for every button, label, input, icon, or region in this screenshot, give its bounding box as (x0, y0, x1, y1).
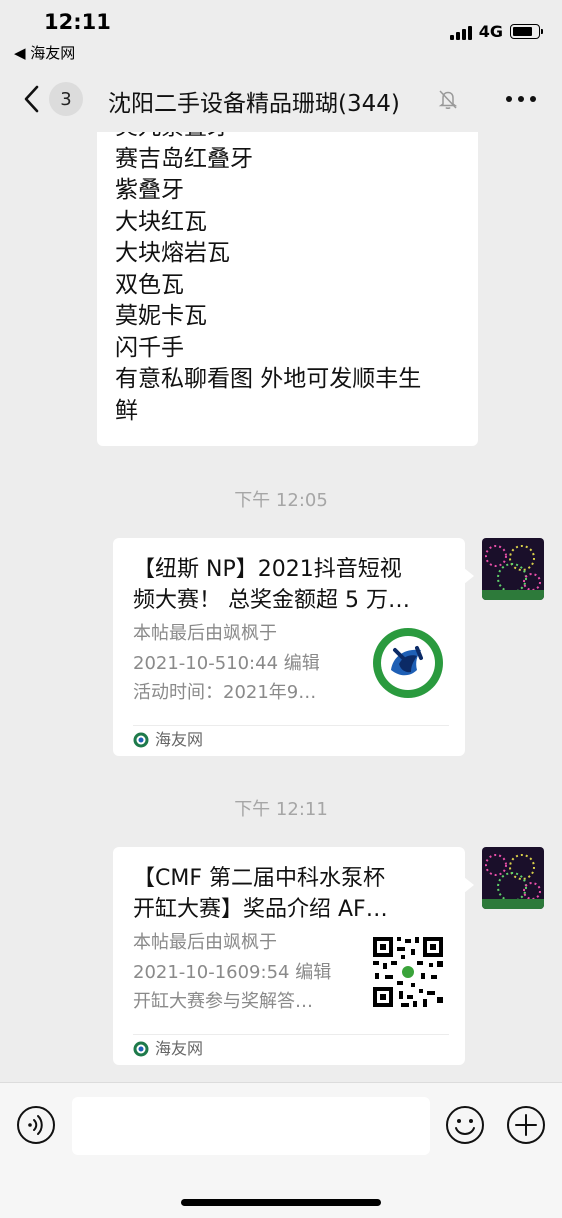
message-text-line: 大块熔岩瓦 (115, 240, 230, 266)
message-timestamp: 下午 12:05 (234, 490, 328, 511)
message-text-line: 大块红瓦 (115, 208, 207, 235)
card-desc-line: 本帖最后由飒枫于 (133, 623, 277, 644)
home-indicator[interactable] (181, 1199, 381, 1206)
signal-icon (449, 24, 472, 40)
network-type: 4G (478, 22, 503, 41)
fireworks-avatar-image (482, 538, 544, 600)
emoji-icon[interactable] (445, 1105, 485, 1145)
card-source: 海友网 (133, 1037, 203, 1061)
card-description: 本帖最后由飒枫于 2021-10-1609:54 编辑 开缸大赛参与奖解答… (133, 928, 358, 1017)
message-text-line: 炎九紫叠牙 (115, 132, 421, 144)
card-title: 【纽斯 NP】2021抖音短视 频大赛！ 总奖金额超 5 万… (133, 554, 451, 616)
chat-header: 3 沈阳二手设备精品珊瑚(344) (0, 66, 562, 132)
message-text-line: 赛吉岛红叠牙 (115, 145, 253, 172)
back-to-app-link[interactable]: ◀ 海友网 (14, 42, 75, 63)
link-card-message[interactable]: 【CMF 第二届中科水泵杯 开缸大赛】奖品介绍 AF… 本帖最后由飒枫于 202… (113, 847, 474, 1065)
card-desc-line: 2021-10-1609:54 编辑 (133, 961, 332, 983)
card-desc-line: 开缸大赛参与奖解答… (133, 991, 313, 1012)
fireworks-avatar-image (482, 847, 544, 909)
bell-off-icon (438, 90, 458, 109)
source-logo-icon (133, 732, 149, 748)
message-text-line: 莫妮卡瓦 (115, 303, 207, 329)
source-logo-icon (133, 1041, 149, 1057)
card-source-label: 海友网 (155, 730, 204, 749)
card-desc-line: 2021-10-510:44 编辑 (133, 652, 320, 674)
message-text: 炎九紫叠牙赛吉岛红叠牙紫叠牙大块红瓦大块熔岩瓦双色瓦莫妮卡瓦闪千手有意私聊看图 … (115, 132, 421, 427)
card-title-line: 频大赛！ 总奖金额超 5 万… (133, 588, 410, 613)
card-divider (133, 1034, 449, 1035)
message-input[interactable] (72, 1097, 430, 1155)
text-message-bubble[interactable]: 炎九紫叠牙赛吉岛红叠牙紫叠牙大块红瓦大块熔岩瓦双色瓦莫妮卡瓦闪千手有意私聊看图 … (97, 132, 478, 446)
message-text-line: 闪千手 (115, 334, 184, 361)
qr-code-thumbnail (371, 935, 445, 1009)
chat-title: 沈阳二手设备精品珊瑚(344) (108, 91, 400, 117)
voice-icon[interactable] (16, 1105, 56, 1145)
card-description: 本帖最后由飒枫于 2021-10-510:44 编辑 活动时间：2021年9… (133, 619, 358, 708)
message-timestamp: 下午 12:11 (234, 799, 328, 820)
message-text-line: 有意私聊看图 外地可发顺丰生 (115, 366, 422, 392)
battery-icon (510, 24, 543, 39)
avatar[interactable] (482, 538, 544, 600)
status-time: 12:11 (44, 10, 111, 34)
card-title-line: 【CMF 第二届中科水泵杯 (133, 866, 385, 891)
message-text-line: 鲜 (115, 397, 138, 424)
battery-level (513, 27, 533, 36)
card-source-label: 海友网 (155, 1039, 204, 1058)
card-title: 【CMF 第二届中科水泵杯 开缸大赛】奖品介绍 AF… (133, 863, 451, 925)
message-text-line: 双色瓦 (115, 271, 184, 298)
chevron-left-icon[interactable] (18, 84, 48, 114)
fish-logo-thumbnail (373, 628, 443, 698)
status-bar: 12:11 ◀ 海友网 4G (0, 0, 562, 66)
message-text-line: 紫叠牙 (115, 177, 184, 203)
more-dots-icon[interactable] (506, 88, 536, 110)
unread-count-badge[interactable]: 3 (49, 82, 83, 116)
message-list[interactable]: 炎九紫叠牙赛吉岛红叠牙紫叠牙大块红瓦大块熔岩瓦双色瓦莫妮卡瓦闪千手有意私聊看图 … (0, 132, 562, 1082)
status-indicators: 4G (449, 22, 543, 41)
card-source: 海友网 (133, 728, 203, 752)
input-bar (0, 1082, 562, 1218)
card-title-line: 开缸大赛】奖品介绍 AF… (133, 897, 388, 922)
link-card-message[interactable]: 【纽斯 NP】2021抖音短视 频大赛！ 总奖金额超 5 万… 本帖最后由飒枫于… (113, 538, 474, 756)
avatar[interactable] (482, 847, 544, 909)
card-desc-line: 活动时间：2021年9… (133, 682, 317, 703)
card-divider (133, 725, 449, 726)
plus-icon[interactable] (506, 1105, 546, 1145)
card-desc-line: 本帖最后由飒枫于 (133, 932, 277, 953)
card-title-line: 【纽斯 NP】2021抖音短视 (133, 557, 402, 582)
